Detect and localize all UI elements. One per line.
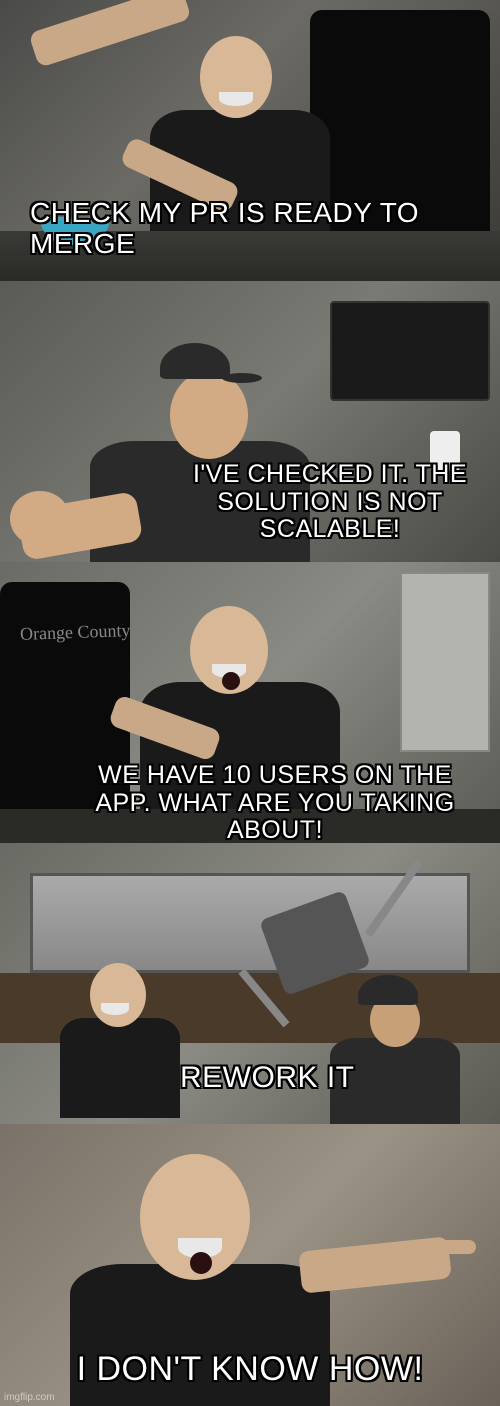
chair-text: Orange County bbox=[20, 620, 131, 645]
mustache-icon bbox=[219, 92, 253, 106]
door-frame bbox=[400, 572, 490, 752]
chair-seat bbox=[259, 890, 371, 996]
person-head bbox=[90, 963, 146, 1027]
mustache-icon bbox=[101, 1003, 129, 1015]
person-arm-raised bbox=[28, 0, 191, 68]
pointing-finger bbox=[440, 1240, 476, 1254]
panel-1-caption: CHECK MY PR IS READY TO MERGE bbox=[30, 198, 490, 260]
microwave bbox=[330, 301, 490, 401]
person-head bbox=[170, 371, 248, 459]
thrown-chair bbox=[240, 843, 400, 1023]
panel-2-caption: I'VE CHECKED IT. THE SOLUTION IS NOT SCA… bbox=[170, 461, 490, 544]
meme-panel-3: Orange County WE HAVE 10 USERS ON THE AP… bbox=[0, 562, 500, 843]
meme-panel-1: CHECK MY PR IS READY TO MERGE bbox=[0, 0, 500, 281]
person-torso bbox=[60, 1018, 180, 1118]
cap-icon bbox=[160, 343, 230, 379]
cap-brim bbox=[222, 373, 262, 383]
meme-panel-5: I DON'T KNOW HOW! imgflip.com bbox=[0, 1124, 500, 1406]
open-mouth bbox=[190, 1252, 212, 1274]
panel-4-caption: REWORK IT bbox=[180, 1061, 480, 1094]
watermark: imgflip.com bbox=[4, 1392, 55, 1403]
open-mouth bbox=[222, 672, 240, 690]
panel-5-caption: I DON'T KNOW HOW! bbox=[30, 1351, 470, 1388]
fist bbox=[10, 491, 70, 546]
panel-3-caption: WE HAVE 10 USERS ON THE APP. WHAT ARE YO… bbox=[80, 762, 470, 843]
meme-panel-2: I'VE CHECKED IT. THE SOLUTION IS NOT SCA… bbox=[0, 281, 500, 562]
meme-panel-4: REWORK IT bbox=[0, 843, 500, 1124]
person-arm-pointing bbox=[298, 1236, 452, 1293]
